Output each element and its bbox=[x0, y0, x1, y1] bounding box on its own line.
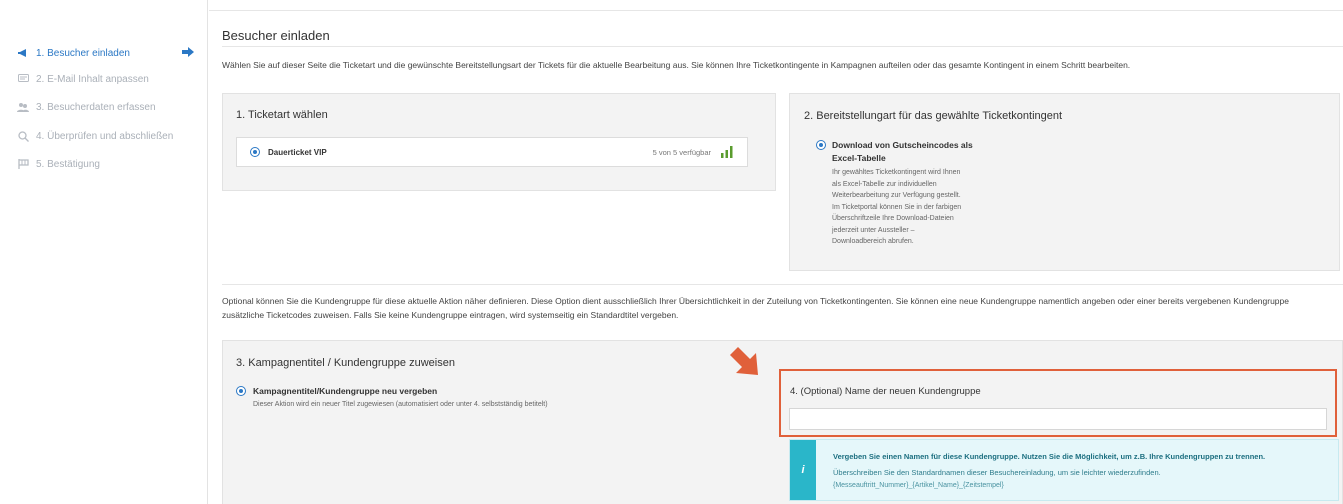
info-heading: Vergeben Sie einen Namen für diese Kunde… bbox=[833, 452, 1266, 461]
divider bbox=[222, 284, 1343, 285]
customer-group-note: Optional können Sie die Kundengruppe für… bbox=[222, 294, 1332, 322]
info-icon: i bbox=[790, 440, 816, 500]
new-group-name-label: 4. (Optional) Name der neuen Kundengrupp… bbox=[790, 386, 981, 397]
sidebar-item-label: 4. Überprüfen und abschließen bbox=[36, 130, 174, 142]
availability-text: 5 von 5 verfügbar bbox=[652, 148, 711, 157]
sidebar: 1. Besucher einladen 2. E-Mail Inhalt an… bbox=[0, 0, 208, 504]
message-icon bbox=[14, 74, 32, 84]
delivery-description: Ihr gewähltes Ticketkontingent wird Ihne… bbox=[832, 167, 961, 248]
sidebar-item-bestaetigung[interactable]: 5. Bestätigung bbox=[14, 155, 200, 173]
delivery-radio[interactable] bbox=[816, 140, 826, 150]
flag-icon bbox=[14, 159, 32, 169]
description-line: Im Ticketportal können Sie in der farbig… bbox=[832, 203, 962, 211]
sidebar-item-besucherdaten[interactable]: 3. Besucherdaten erfassen bbox=[14, 98, 200, 116]
description-line: Ihr gewähltes Ticketkontingent wird Ihne… bbox=[832, 169, 961, 176]
delivery-option-line: Download von Gutscheincodes als bbox=[832, 140, 973, 150]
sidebar-item-ueberpruefen[interactable]: 4. Überprüfen und abschließen bbox=[14, 127, 200, 145]
main-content: Besucher einladen Wählen Sie auf dieser … bbox=[209, 0, 1343, 504]
note-line: Optional können Sie die Kundengruppe für… bbox=[222, 296, 1289, 306]
delivery-type-panel: 2. Bereitstellungart für das gewählte Ti… bbox=[789, 93, 1340, 271]
divider bbox=[222, 46, 1343, 47]
sidebar-item-label: 5. Bestätigung bbox=[36, 158, 100, 170]
panel-title: 1. Ticketart wählen bbox=[236, 109, 328, 121]
ticket-radio[interactable] bbox=[250, 147, 260, 157]
description-line: Überschriftzeile Ihre Download-Dateien bbox=[832, 215, 954, 222]
highlight-arrow-icon bbox=[726, 343, 762, 384]
ticket-type-panel: 1. Ticketart wählen Dauerticket VIP 5 vo… bbox=[222, 93, 776, 191]
sidebar-item-label: 1. Besucher einladen bbox=[36, 47, 130, 59]
description-line: jederzeit unter Aussteller – bbox=[832, 226, 915, 234]
new-group-name-input[interactable] bbox=[789, 408, 1327, 430]
description-line: Weiterbearbeitung zur Verfügung gestellt… bbox=[832, 192, 961, 199]
campaign-option-description: Dieser Aktion wird ein neuer Titel zugew… bbox=[253, 401, 548, 408]
signal-bars-icon bbox=[721, 146, 733, 160]
delivery-option-label[interactable]: Download von Gutscheincodes als Excel-Ta… bbox=[832, 139, 973, 165]
sidebar-item-label: 2. E-Mail Inhalt anpassen bbox=[36, 73, 149, 85]
campaign-radio[interactable] bbox=[236, 386, 246, 396]
panel-title: 2. Bereitstellungart für das gewählte Ti… bbox=[804, 110, 1063, 122]
info-box: i Vergeben Sie einen Namen für diese Kun… bbox=[789, 439, 1339, 501]
info-placeholder-pattern: {Messeauftritt_Nummer}_{Artikel_Name}_{Z… bbox=[833, 482, 1004, 489]
sidebar-item-label: 3. Besucherdaten erfassen bbox=[36, 101, 156, 113]
note-line: zusätzliche Ticketcodes zuweisen. Falls … bbox=[222, 310, 679, 320]
delivery-option-line: Excel-Tabelle bbox=[832, 153, 886, 163]
new-group-name-section: 4. (Optional) Name der neuen Kundengrupp… bbox=[779, 369, 1337, 437]
megaphone-icon bbox=[14, 48, 32, 58]
page-title: Besucher einladen bbox=[222, 28, 330, 43]
description-line: als Excel-Tabelle zur individuellen bbox=[832, 180, 937, 188]
info-line: Überschreiben Sie den Standardnamen dies… bbox=[833, 468, 1161, 477]
campaign-option-label[interactable]: Kampagnentitel/Kundengruppe neu vergeben bbox=[253, 386, 437, 396]
users-icon bbox=[14, 102, 32, 113]
search-icon bbox=[14, 130, 32, 142]
sidebar-item-email-inhalt[interactable]: 2. E-Mail Inhalt anpassen bbox=[14, 70, 200, 88]
arrow-right-icon bbox=[182, 45, 194, 60]
divider bbox=[209, 10, 1343, 11]
page: 1. Besucher einladen 2. E-Mail Inhalt an… bbox=[0, 0, 1343, 504]
sidebar-item-besucher-einladen[interactable]: 1. Besucher einladen bbox=[14, 44, 200, 62]
ticket-option-row[interactable]: Dauerticket VIP 5 von 5 verfügbar bbox=[236, 137, 748, 167]
ticket-option-label: Dauerticket VIP bbox=[268, 148, 327, 157]
panel-title: 3. Kampagnentitel / Kundengruppe zuweise… bbox=[236, 357, 455, 369]
page-intro: Wählen Sie auf dieser Seite die Ticketar… bbox=[222, 60, 1131, 70]
description-line: Downloadbereich abrufen. bbox=[832, 238, 914, 245]
